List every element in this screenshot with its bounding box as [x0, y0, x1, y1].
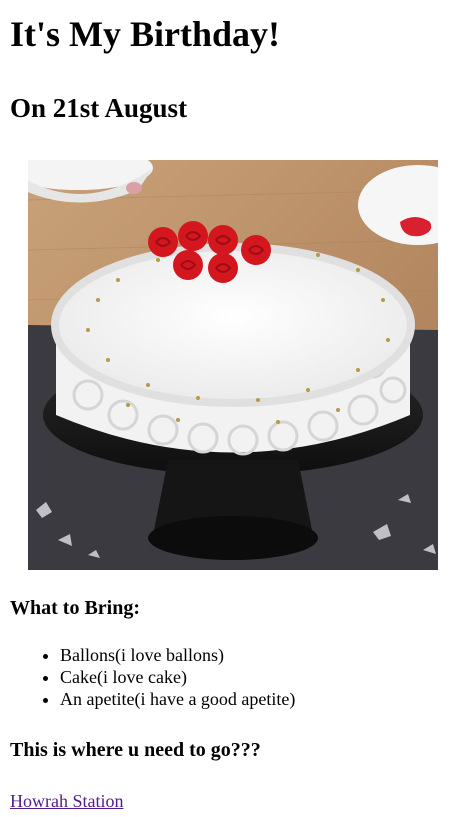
list-item: Cake(i love cake)	[60, 666, 466, 688]
howrah-station-link[interactable]: Howrah Station	[10, 790, 123, 812]
what-to-bring-heading: What to Bring:	[10, 597, 140, 619]
page: It's My Birthday! On 21st August What to…	[0, 0, 476, 812]
list-item: An apetite(i have a good apetite)	[60, 688, 466, 710]
bring-list: Ballons(i love ballons) Cake(i love cake…	[10, 644, 466, 710]
cake-illustration	[28, 160, 438, 570]
where-to-go-heading: This is where u need to go???	[10, 739, 261, 761]
cake-image	[28, 160, 438, 570]
list-item: Ballons(i love ballons)	[60, 644, 466, 666]
date-heading: On 21st August	[10, 93, 188, 123]
page-title: It's My Birthday!	[10, 14, 280, 54]
